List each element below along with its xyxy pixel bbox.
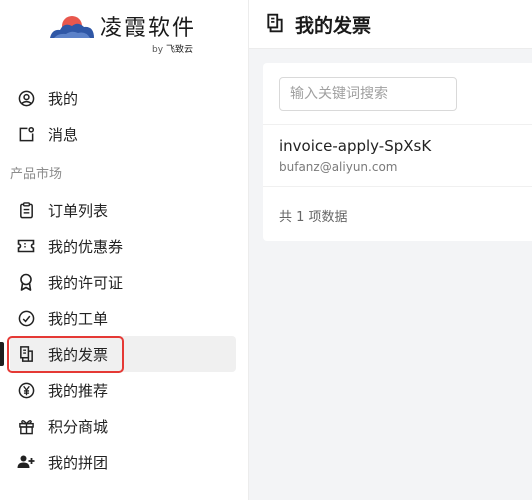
sidebar-item-label: 订单列表	[48, 202, 109, 220]
page-header: 我的发票	[249, 0, 532, 49]
coupon-icon	[17, 237, 35, 255]
logo-byline: by 飞致云	[152, 42, 193, 55]
sidebar-item-label: 我的推荐	[48, 382, 109, 400]
sidebar-item-messages[interactable]: 消息	[0, 116, 248, 152]
sidebar-item-orders[interactable]: 订单列表	[0, 192, 248, 228]
gift-icon	[17, 417, 35, 435]
sidebar-item-licenses[interactable]: 我的许可证	[0, 264, 248, 300]
yen-circle-icon	[17, 381, 35, 399]
invoice-name: invoice-apply-SpXsK	[279, 137, 432, 155]
record-count: 共 1 项数据	[279, 210, 348, 225]
sidebar-item-label: 我的	[48, 90, 79, 108]
logo-text: 凌霞软件	[100, 16, 197, 41]
app-logo[interactable]: 凌霞软件 by 飞致云	[48, 6, 228, 55]
sidebar-item-tickets[interactable]: 我的工单	[0, 300, 248, 336]
sidebar-item-label: 我的许可证	[48, 274, 124, 292]
sidebar-item-label: 积分商城	[48, 418, 109, 436]
group-add-icon	[17, 453, 35, 471]
search-input[interactable]	[279, 77, 457, 111]
divider	[263, 124, 532, 125]
sidebar-item-coupons[interactable]: 我的优惠券	[0, 228, 248, 264]
by-brand: 飞致云	[166, 45, 194, 55]
logo-cloud-icon	[50, 16, 94, 38]
check-circle-icon	[17, 309, 35, 327]
sidebar-item-referrals[interactable]: 我的推荐	[0, 372, 248, 408]
divider	[263, 186, 532, 187]
sidebar-item-points-mall[interactable]: 积分商城	[0, 408, 248, 444]
message-icon	[17, 125, 35, 143]
award-icon	[17, 273, 35, 291]
sidebar-item-label: 我的优惠券	[48, 238, 124, 256]
clipboard-icon	[17, 201, 35, 219]
invoice-icon	[265, 13, 285, 33]
sidebar-item-group-buy[interactable]: 我的拼团	[0, 444, 248, 480]
invoice-email: bufanz@aliyun.com	[279, 160, 398, 174]
by-label: by	[152, 45, 164, 55]
page-title: 我的发票	[295, 15, 372, 37]
highlight-annotation	[7, 336, 124, 373]
section-title-market: 产品市场	[10, 167, 63, 182]
sidebar-item-label: 我的拼团	[48, 454, 109, 472]
user-circle-icon	[17, 89, 35, 107]
sidebar-item-me[interactable]: 我的	[0, 80, 248, 116]
invoice-list-card: invoice-apply-SpXsK bufanz@aliyun.com 共 …	[263, 63, 532, 241]
sidebar-item-label: 消息	[48, 126, 79, 144]
sidebar: 凌霞软件 by飞致云 我的 消息 产品市场 订单列表 我的优惠券 我的许可证	[0, 0, 249, 500]
sidebar-item-label: 我的工单	[48, 310, 109, 328]
